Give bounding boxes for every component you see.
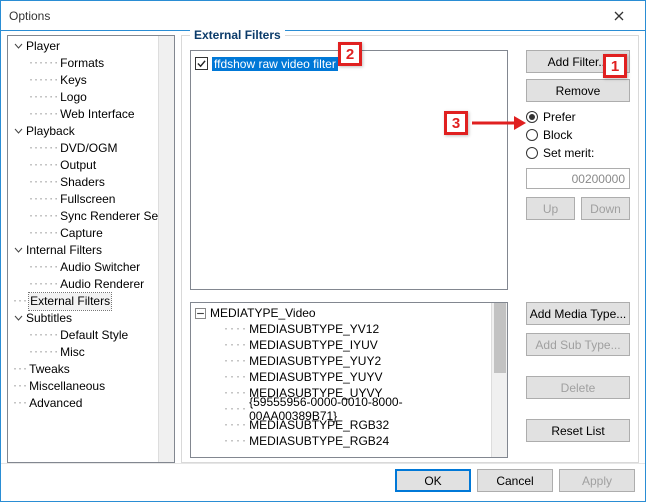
tree-item-formats[interactable]: Formats [60, 55, 104, 72]
filter-item-label[interactable]: ffdshow raw video filter [212, 57, 338, 71]
up-button[interactable]: Up [526, 197, 575, 220]
tree-item-fullscreen[interactable]: Fullscreen [60, 191, 115, 208]
tree-item-defaultstyle[interactable]: Default Style [60, 327, 128, 344]
dialog-footer: OK Cancel Apply [1, 463, 645, 497]
close-button[interactable] [599, 5, 639, 27]
radio-block[interactable]: Block [526, 126, 630, 144]
tree-item-misc[interactable]: Misc [60, 344, 85, 361]
tree-item-external-filters[interactable]: External Filters [29, 293, 111, 310]
chevron-down-icon[interactable] [12, 126, 24, 138]
remove-button[interactable]: Remove [526, 79, 630, 102]
tree-item-webinterface[interactable]: Web Interface [60, 106, 134, 123]
tree-item-subtitles[interactable]: Subtitles [26, 310, 72, 327]
chevron-down-icon[interactable] [12, 313, 24, 325]
tree-item-tweaks[interactable]: Tweaks [29, 361, 70, 378]
annotation-arrow-icon [468, 110, 528, 136]
subtype-scrollbar[interactable] [491, 303, 507, 457]
delete-button[interactable]: Delete [526, 376, 630, 399]
tree-item-capture[interactable]: Capture [60, 225, 103, 242]
annotation-callout-3: 3 [444, 111, 468, 135]
priority-radiogroup: Prefer Block Set merit: [526, 108, 630, 162]
subtype-item[interactable]: MEDIASUBTYPE_YUY2 [249, 354, 381, 368]
subtype-item[interactable]: MEDIASUBTYPE_RGB32 [249, 418, 389, 432]
group-title: External Filters [190, 28, 285, 42]
tree-item-dvdogm[interactable]: DVD/OGM [60, 140, 117, 157]
tree-item-miscellaneous[interactable]: Miscellaneous [29, 378, 105, 395]
merit-input[interactable]: 00200000 [526, 168, 630, 189]
checkbox-checked-icon[interactable] [195, 57, 208, 70]
tree-item-internal-filters[interactable]: Internal Filters [26, 242, 102, 259]
tree-item-advanced[interactable]: Advanced [29, 395, 82, 412]
annotation-callout-2: 2 [338, 42, 362, 66]
chevron-down-icon[interactable] [12, 245, 24, 257]
tree-item-keys[interactable]: Keys [60, 72, 87, 89]
radio-setmerit[interactable]: Set merit: [526, 144, 630, 162]
tree-scrollbar[interactable] [158, 36, 174, 462]
annotation-callout-1: 1 [603, 54, 627, 78]
tree-item-audio-switcher[interactable]: Audio Switcher [60, 259, 140, 276]
cancel-button[interactable]: Cancel [477, 469, 553, 492]
ok-button[interactable]: OK [395, 469, 471, 492]
tree-item-audio-renderer[interactable]: Audio Renderer [60, 276, 144, 293]
tree-item-syncrenderer[interactable]: Sync Renderer Settings [60, 208, 158, 225]
tree-item-shaders[interactable]: Shaders [60, 174, 105, 191]
minus-box-icon[interactable] [195, 308, 206, 319]
external-filters-group: External Filters ffdshow raw video filte… [181, 35, 639, 463]
subtype-root-label[interactable]: MEDIATYPE_Video [210, 306, 316, 320]
tree-item-playback[interactable]: Playback [26, 123, 75, 140]
filter-list[interactable]: ffdshow raw video filter [190, 50, 508, 290]
window-title: Options [9, 9, 599, 23]
subtype-item[interactable]: MEDIASUBTYPE_RGB24 [249, 434, 389, 448]
tree-item-output[interactable]: Output [60, 157, 96, 174]
tree-item-player[interactable]: Player [26, 38, 60, 55]
titlebar: Options [1, 1, 645, 31]
down-button[interactable]: Down [581, 197, 630, 220]
subtype-item[interactable]: MEDIASUBTYPE_IYUV [249, 338, 378, 352]
radio-icon [526, 147, 538, 159]
subtype-tree[interactable]: MEDIATYPE_Video ····MEDIASUBTYPE_YV12 ··… [190, 302, 508, 458]
apply-button[interactable]: Apply [559, 469, 635, 492]
reset-list-button[interactable]: Reset List [526, 419, 630, 442]
subtype-item[interactable]: MEDIASUBTYPE_YV12 [249, 322, 379, 336]
add-media-type-button[interactable]: Add Media Type... [526, 302, 630, 325]
add-sub-type-button[interactable]: Add Sub Type... [526, 333, 630, 356]
subtype-item[interactable]: MEDIASUBTYPE_YUYV [249, 370, 382, 384]
chevron-down-icon[interactable] [12, 41, 24, 53]
nav-tree[interactable]: Player ······Formats ······Keys ······Lo… [7, 35, 175, 463]
radio-prefer[interactable]: Prefer [526, 108, 630, 126]
tree-item-logo[interactable]: Logo [60, 89, 87, 106]
